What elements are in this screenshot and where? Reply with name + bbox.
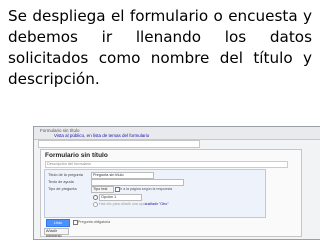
go-to-page-label: Ir a la página según la respuesta <box>120 187 173 191</box>
add-other-link[interactable]: o añadir "Otro" <box>145 202 169 206</box>
help-text-input[interactable] <box>91 179 184 186</box>
form-editor-screenshot: Formulario sin título Vista al público, … <box>33 126 320 240</box>
question-type-select[interactable]: Tipo test <box>91 186 114 193</box>
form-card: Formulario sin título Descripción del fo… <box>40 149 302 238</box>
option-add-radio-icon <box>93 202 98 207</box>
question-title-input[interactable]: Pregunta sin título <box>91 172 154 179</box>
form-description-field[interactable]: Descripción del formulario <box>45 161 288 168</box>
form-title[interactable]: Formulario sin título <box>45 152 108 159</box>
done-button[interactable]: Listo <box>46 219 70 227</box>
toolbar-strip <box>38 140 200 148</box>
caption-text: Se despliega el formulario o encuesta y … <box>8 7 312 88</box>
help-text-label: Texto de ayuda <box>48 180 74 184</box>
question-editor: Título de la pregunta Pregunta sin títul… <box>44 169 266 218</box>
question-title-label: Título de la pregunta <box>48 173 83 177</box>
required-label: Pregunta obligatoria <box>78 220 111 224</box>
form-topbar: Formulario sin título Vista al público, … <box>34 127 320 140</box>
option-1-radio-icon <box>93 195 98 200</box>
question-type-label: Tipo de pregunta <box>48 187 77 191</box>
add-option-placeholder[interactable]: Haz clic para añadir una opción <box>99 202 149 206</box>
option-1-input[interactable]: Opción 1 <box>99 194 142 201</box>
topbar-notice[interactable]: Vista al público, en lista de temas del … <box>54 133 149 138</box>
add-item-select[interactable]: Añadir elemento <box>44 228 69 238</box>
